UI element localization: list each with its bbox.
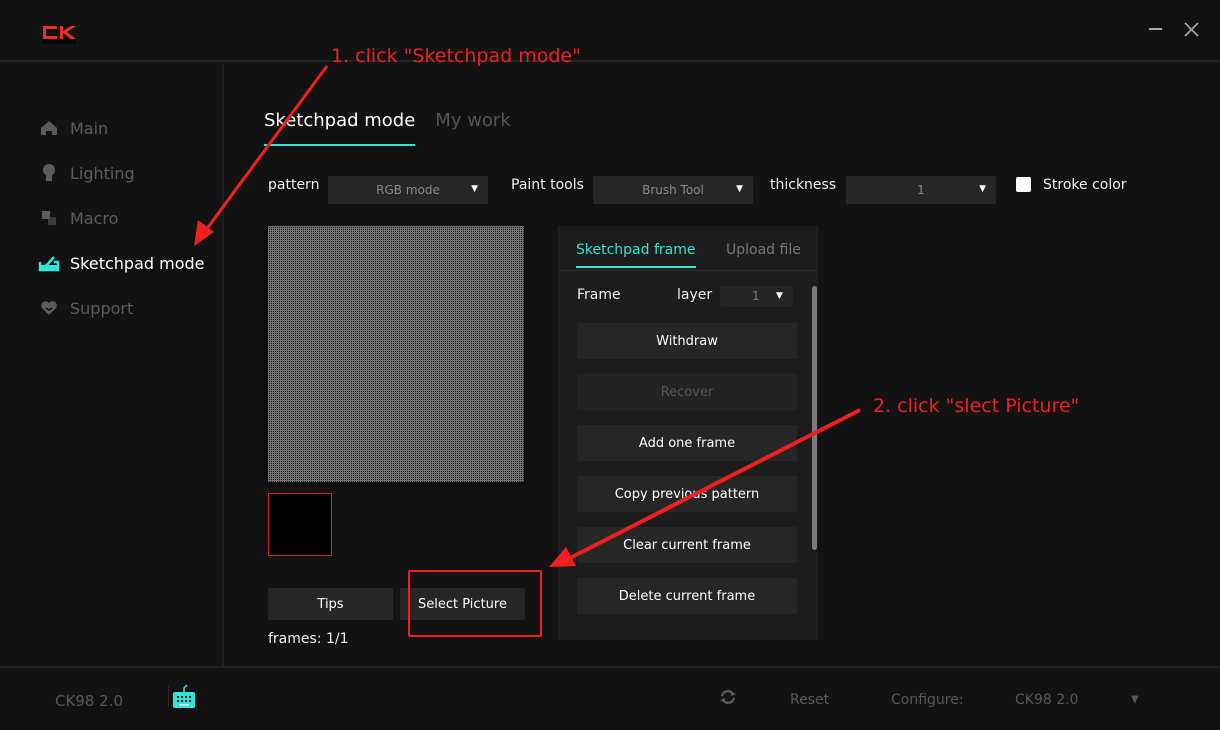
minimize-icon: [1149, 28, 1162, 30]
configure-select[interactable]: CK98 2.0 ▼: [1010, 686, 1150, 714]
clear-current-frame-button[interactable]: Clear current frame: [577, 527, 797, 563]
delete-current-frame-button[interactable]: Delete current frame: [577, 578, 797, 614]
stroke-color-swatch[interactable]: [1016, 177, 1031, 192]
sidebar-item-label: Macro: [70, 208, 119, 228]
frames-counter: frames: 1/1: [268, 631, 349, 647]
sidebar-item-label: Lighting: [70, 163, 135, 183]
divider: [168, 686, 169, 706]
sidebar: Main Lighting Macro Sketchpad mode Suppo…: [0, 64, 224, 666]
sidebar-item-lighting[interactable]: Lighting: [38, 158, 135, 188]
tab-upload-file[interactable]: Upload file: [726, 242, 801, 258]
tab-sketchpad-frame[interactable]: Sketchpad frame: [576, 242, 696, 268]
ck-logo: [43, 26, 76, 44]
tab-my-work[interactable]: My work: [435, 110, 510, 146]
chevron-down-icon: ▼: [776, 291, 783, 301]
frame-preview-thumbnail[interactable]: [268, 493, 332, 556]
paint-tools-label: Paint tools: [511, 177, 584, 193]
sidebar-item-sketchpad-mode[interactable]: Sketchpad mode: [38, 248, 204, 278]
add-one-frame-button[interactable]: Add one frame: [577, 425, 797, 461]
minimize-button[interactable]: [1141, 18, 1165, 42]
bulb-icon: [38, 162, 60, 184]
thickness-value: 1: [917, 183, 925, 197]
withdraw-button[interactable]: Withdraw: [577, 323, 797, 359]
thickness-label: thickness: [770, 177, 837, 193]
tab-sketchpad-mode[interactable]: Sketchpad mode: [264, 110, 416, 146]
reset-button[interactable]: Reset: [790, 692, 829, 708]
pattern-select[interactable]: RGB mode ▼: [328, 176, 488, 204]
chevron-down-icon: ▼: [979, 184, 986, 194]
macro-icon: [38, 207, 60, 229]
frame-label: Frame: [577, 287, 621, 303]
stroke-color-label: Stroke color: [1043, 177, 1127, 193]
sidebar-item-label: Main: [70, 118, 109, 138]
panel-scrollbar[interactable]: [812, 286, 817, 550]
annotation-step-2: 2. click "slect Picture": [873, 395, 1080, 417]
sidebar-item-label: Support: [70, 298, 134, 318]
configure-label: Configure:: [891, 692, 964, 708]
annotation-highlight-box: [408, 570, 542, 637]
footer-bar: CK98 2.0 Reset Configure: CK98 2.0 ▼: [0, 666, 1220, 730]
paint-tools-select[interactable]: Brush Tool ▼: [593, 176, 753, 204]
copy-previous-pattern-button[interactable]: Copy previous pattern: [577, 476, 797, 512]
layer-label: layer: [677, 287, 713, 303]
sidebar-item-main[interactable]: Main: [38, 113, 108, 143]
refresh-icon[interactable]: [719, 689, 737, 709]
keyboard-icon[interactable]: [172, 684, 196, 714]
chevron-down-icon: ▼: [471, 184, 478, 194]
pattern-value: RGB mode: [376, 183, 440, 197]
layer-value: 1: [752, 289, 760, 303]
sketchpad-icon: [38, 252, 60, 274]
close-icon: [1184, 22, 1199, 37]
configure-value: CK98 2.0: [1015, 692, 1079, 708]
close-button[interactable]: [1180, 18, 1204, 42]
annotation-step-1: 1. click "Sketchpad mode": [331, 45, 581, 67]
chevron-down-icon: ▼: [1131, 694, 1139, 705]
sidebar-item-label: Sketchpad mode: [70, 253, 205, 273]
sketchpad-canvas[interactable]: [268, 226, 524, 482]
tips-button[interactable]: Tips: [268, 588, 393, 620]
pattern-label: pattern: [268, 177, 320, 193]
layer-select[interactable]: 1 ▼: [720, 286, 793, 307]
main-tabs: Sketchpad mode My work: [264, 110, 531, 146]
device-name: CK98 2.0: [55, 692, 124, 710]
chevron-down-icon: ▼: [736, 184, 743, 194]
frame-panel: Sketchpad frame Upload file Frame layer …: [558, 226, 818, 640]
thickness-select[interactable]: 1 ▼: [846, 176, 996, 204]
heart-icon: [38, 297, 60, 319]
recover-button: Recover: [577, 374, 797, 410]
sidebar-item-macro[interactable]: Macro: [38, 203, 118, 233]
title-bar: [0, 0, 1220, 62]
panel-tabs: Sketchpad frame Upload file: [558, 226, 818, 271]
paint-tools-value: Brush Tool: [642, 183, 704, 197]
sidebar-item-support[interactable]: Support: [38, 293, 133, 323]
home-icon: [38, 117, 60, 139]
